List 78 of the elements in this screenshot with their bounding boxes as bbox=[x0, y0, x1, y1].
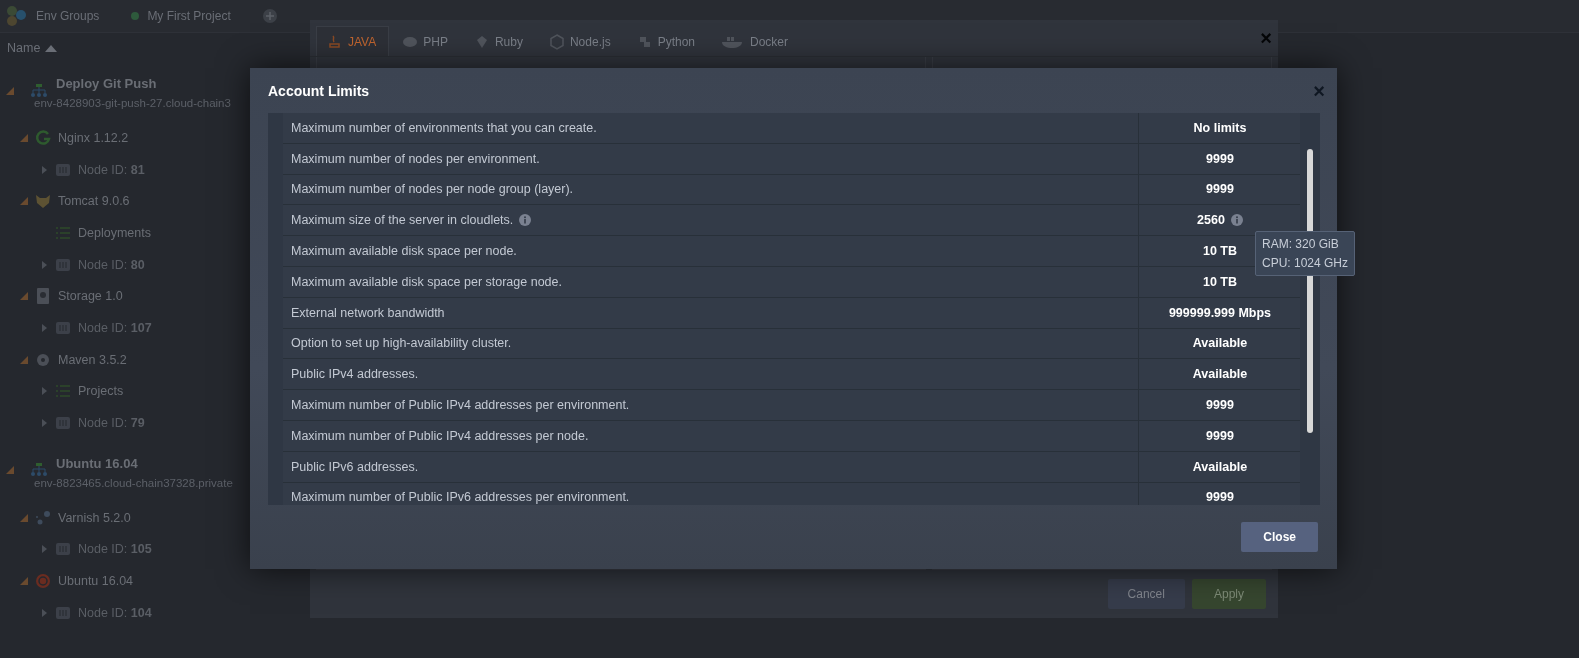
breadcrumb-link[interactable]: My First Project bbox=[147, 9, 231, 23]
limit-label: Maximum number of Public IPv4 addresses per node. bbox=[283, 420, 1139, 451]
expanded-arrow-icon[interactable] bbox=[6, 86, 14, 95]
limit-value: 9999 bbox=[1139, 390, 1300, 420]
info-icon[interactable] bbox=[1230, 214, 1243, 227]
tree-item-label[interactable]: Storage 1.0 bbox=[58, 289, 123, 304]
expanded-arrow-icon[interactable] bbox=[20, 292, 28, 301]
environment-name[interactable]: Ubuntu 16.04 bbox=[56, 455, 233, 471]
java-cup-icon bbox=[327, 33, 343, 50]
apply-button[interactable]: Apply bbox=[1191, 579, 1266, 609]
tab[interactable]: Ruby bbox=[462, 26, 536, 56]
limit-value: 999999.999 Mbps bbox=[1139, 297, 1300, 328]
cancel-button[interactable]: Cancel bbox=[1107, 579, 1185, 609]
add-icon[interactable] bbox=[262, 9, 277, 23]
limit-value: 9999 bbox=[1139, 420, 1300, 451]
tree-item-label[interactable]: Projects bbox=[78, 384, 124, 399]
collapsed-arrow-icon[interactable] bbox=[40, 323, 48, 332]
limit-label: Public IPv6 addresses. bbox=[283, 451, 1139, 482]
tab[interactable]: Docker bbox=[710, 26, 801, 56]
limit-label: External network bandwidth bbox=[283, 297, 1139, 328]
collapsed-arrow-icon[interactable] bbox=[40, 608, 48, 617]
sort-ascending-icon[interactable] bbox=[45, 44, 58, 52]
environment-name[interactable]: Deploy Git Push bbox=[56, 76, 231, 91]
limit-value: 2560 bbox=[1197, 213, 1225, 228]
collapsed-arrow-icon[interactable] bbox=[40, 545, 48, 554]
limit-value: 9999 bbox=[1139, 143, 1300, 174]
collapsed-arrow-icon[interactable] bbox=[40, 419, 48, 428]
hexagons-icon bbox=[6, 5, 28, 27]
environment-domain: env-8823465.cloud-chain37328.private bbox=[34, 476, 233, 489]
expanded-arrow-icon[interactable] bbox=[20, 355, 28, 364]
circle-logo-icon bbox=[34, 572, 52, 591]
limit-value: Available bbox=[1139, 451, 1300, 482]
collapsed-arrow-icon[interactable] bbox=[40, 260, 48, 269]
tree-item-label[interactable]: Deployments bbox=[78, 225, 151, 240]
limit-value: 9999 bbox=[1139, 482, 1300, 505]
tab[interactable]: Python bbox=[625, 26, 708, 56]
close-button[interactable]: Close bbox=[1241, 522, 1318, 552]
limit-value: Available bbox=[1139, 359, 1300, 390]
dots-icon bbox=[34, 508, 52, 527]
cat-icon bbox=[34, 192, 52, 211]
tree-item-label[interactable]: Tomcat 9.0.6 bbox=[58, 194, 130, 209]
limit-label: Maximum number of nodes per environment. bbox=[283, 143, 1139, 174]
dialog-title: Account Limits bbox=[268, 82, 370, 99]
environment-domain: env-8428903-git-push-27.cloud-chain3 bbox=[34, 97, 231, 109]
expanded-arrow-icon[interactable] bbox=[20, 513, 28, 522]
column-header[interactable]: Name bbox=[7, 41, 41, 55]
tab[interactable]: JAVA bbox=[316, 26, 390, 56]
network-icon bbox=[30, 81, 48, 100]
collapsed-arrow-icon[interactable] bbox=[40, 387, 48, 396]
letter-g-icon bbox=[34, 128, 52, 147]
limit-label: Maximum number of Public IPv6 addresses per environment. bbox=[283, 482, 1139, 505]
tree-item-label[interactable]: Ubuntu 16.04 bbox=[58, 574, 134, 589]
expanded-arrow-icon[interactable] bbox=[20, 197, 28, 206]
collapsed-arrow-icon[interactable] bbox=[40, 165, 48, 174]
limit-label: Maximum number of nodes per node group (layer). bbox=[283, 174, 1139, 205]
close-icon[interactable]: × bbox=[1260, 28, 1272, 56]
breadcrumb-link[interactable]: Env Groups bbox=[36, 9, 100, 23]
expanded-arrow-icon[interactable] bbox=[6, 466, 14, 475]
hexagon-icon bbox=[548, 33, 565, 50]
expanded-arrow-icon[interactable] bbox=[20, 133, 28, 142]
limit-label: Maximum size of the server in cloudlets. bbox=[291, 213, 514, 228]
close-icon[interactable]: × bbox=[1313, 80, 1325, 101]
limit-value: No limits bbox=[1139, 113, 1300, 143]
limit-value: 9999 bbox=[1139, 174, 1300, 205]
tree-item-label[interactable]: Varnish 5.2.0 bbox=[58, 510, 131, 525]
limit-label: Maximum number of environments that you can create. bbox=[283, 113, 1139, 143]
status-dot-icon bbox=[131, 12, 140, 20]
limit-value: Available bbox=[1139, 328, 1300, 359]
limit-label: Option to set up high-availability cluster. bbox=[283, 328, 1139, 359]
limit-label: Maximum available disk space per node. bbox=[283, 236, 1139, 266]
tree-item-label[interactable]: Nginx 1.12.2 bbox=[58, 130, 129, 145]
tab[interactable]: PHP bbox=[391, 26, 461, 56]
tree-item-label[interactable]: Maven 3.5.2 bbox=[58, 352, 127, 367]
limit-label: Maximum available disk space per storage node. bbox=[283, 267, 1139, 297]
limit-label: Maximum number of Public IPv4 addresses per environment. bbox=[283, 390, 1139, 420]
tab[interactable]: Node.js bbox=[537, 26, 624, 56]
expanded-arrow-icon[interactable] bbox=[20, 577, 28, 586]
limit-label: Public IPv4 addresses. bbox=[283, 359, 1139, 390]
